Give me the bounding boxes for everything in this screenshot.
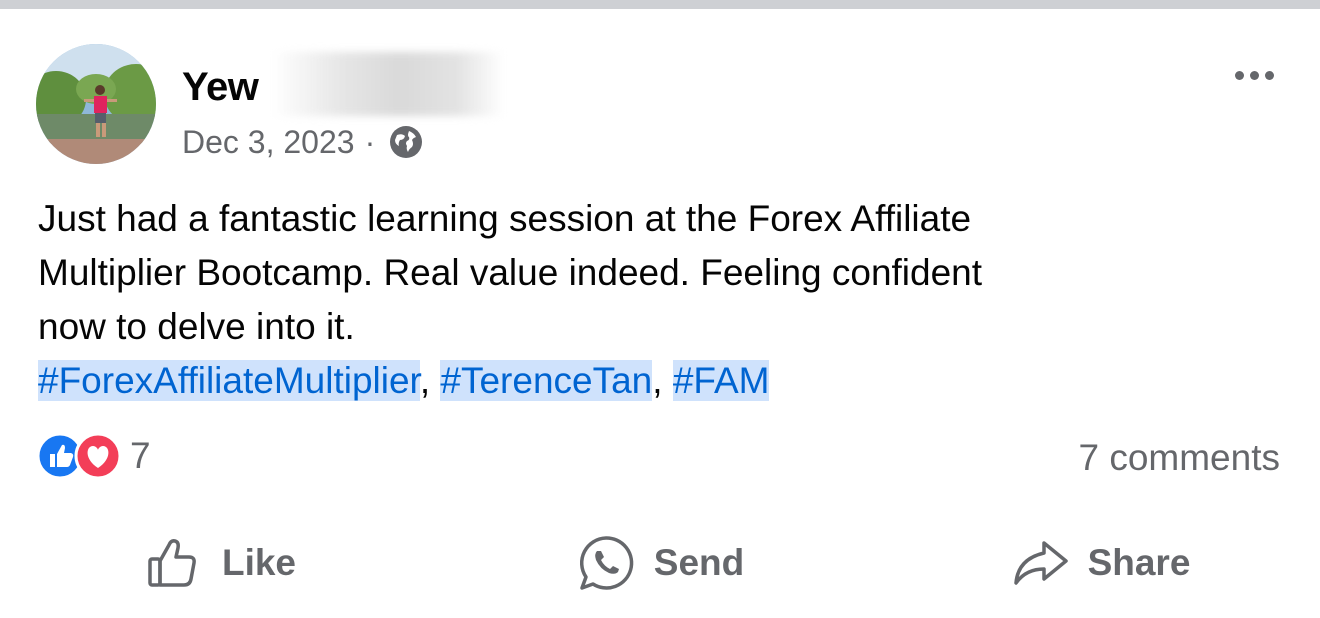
whatsapp-icon xyxy=(579,536,634,590)
hashtag-separator: , xyxy=(652,360,673,401)
post-meta: Dec 3, 2023 · xyxy=(182,122,425,162)
hashtag-link[interactable]: #ForexAffiliateMultiplier xyxy=(38,360,420,401)
share-label: Share xyxy=(1087,542,1191,583)
author-avatar[interactable] xyxy=(36,44,156,164)
share-arrow-icon xyxy=(1013,541,1068,585)
more-dot xyxy=(1264,70,1274,80)
hashtag-row: #ForexAffiliateMultiplier, #TerenceTan, … xyxy=(38,354,1288,408)
reaction-count: 7 xyxy=(130,435,151,476)
post-text-line: Just had a fantastic learning session at… xyxy=(38,198,972,239)
like-button[interactable]: Like xyxy=(0,520,440,606)
hashtag-separator: , xyxy=(419,360,441,401)
love-icon xyxy=(74,432,122,480)
send-label: Send xyxy=(653,542,745,583)
hashtag-link[interactable]: #FAM xyxy=(672,360,770,401)
meta-separator: · xyxy=(364,124,376,160)
post-text-line: Multiplier Bootcamp. Real value indeed. … xyxy=(38,252,983,293)
hashtag-link[interactable]: #TerenceTan xyxy=(440,360,653,401)
author-name[interactable]: Yew xyxy=(182,64,259,110)
action-bar: Like Send Share xyxy=(0,520,1320,606)
post-date[interactable]: Dec 3, 2023 xyxy=(182,122,355,162)
send-button[interactable]: Send xyxy=(440,520,880,606)
globe-icon xyxy=(387,123,425,161)
post-text: Just had a fantastic learning session at… xyxy=(38,192,1288,408)
reactions-summary[interactable]: 7 xyxy=(36,432,151,480)
comments-count[interactable]: 7 comments xyxy=(1078,434,1280,482)
like-label: Like xyxy=(221,542,297,583)
post-text-line: now to delve into it. xyxy=(38,306,355,347)
more-dot xyxy=(1249,70,1259,80)
thumbs-up-icon xyxy=(148,539,196,587)
share-button[interactable]: Share xyxy=(880,520,1320,606)
more-options-button[interactable] xyxy=(1224,58,1284,92)
top-divider xyxy=(0,0,1320,9)
redacted-name xyxy=(272,52,504,116)
more-dot xyxy=(1234,70,1244,80)
